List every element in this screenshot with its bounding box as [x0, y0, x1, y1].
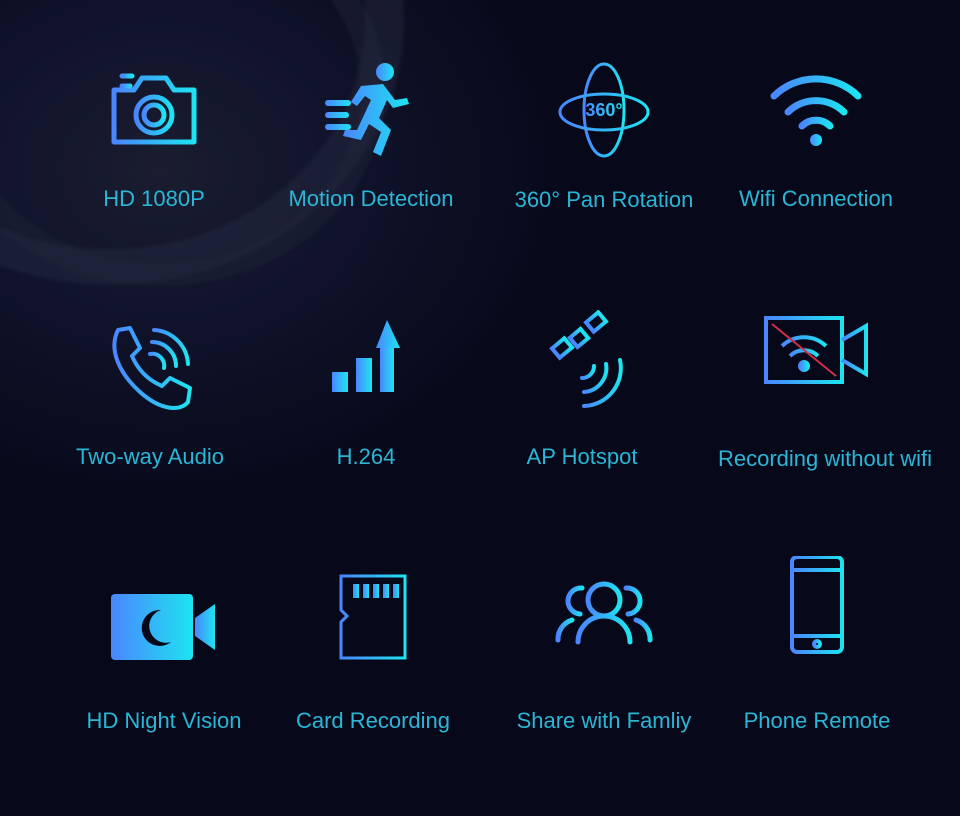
feature-card-recording: Card Recording [253, 572, 493, 752]
feature-phone-remote: Phone Remote [697, 556, 937, 736]
feature-label: AP Hotspot [526, 444, 638, 469]
feature-label: Share with Famliy [516, 708, 692, 733]
feature-label: Wifi Connection [738, 186, 894, 211]
satellite-icon [549, 310, 623, 408]
feature-hd-1080p: HD 1080P [34, 60, 274, 240]
rotation-360-icon: 360° [558, 62, 650, 158]
feature-motion-detection: Motion Detection [251, 60, 491, 240]
rotation-360-text: 360° [585, 100, 622, 120]
feature-wifi-connection: Wifi Connection [696, 60, 936, 240]
feature-two-way-audio: Two-way Audio [30, 310, 270, 490]
smartphone-icon [790, 556, 844, 654]
feature-hd-night-vision: HD Night Vision [44, 572, 284, 752]
feature-label: H.264 [336, 444, 396, 469]
signal-bars-icon [332, 320, 400, 392]
feature-label: Motion Detection [288, 186, 454, 211]
feature-360-pan-rotation: 360° 360° Pan Rotation [484, 60, 724, 240]
phone-call-icon [112, 326, 192, 410]
camera-icon [111, 73, 197, 145]
feature-label: HD 1080P [103, 186, 205, 211]
feature-share-with-family: Share with Famliy [484, 572, 724, 752]
feature-label: Phone Remote [743, 708, 891, 733]
feature-label: Recording without wifi [718, 446, 932, 471]
wifi-icon [770, 75, 862, 146]
sd-card-icon [339, 574, 407, 660]
family-icon [555, 581, 653, 645]
night-video-icon [111, 594, 215, 660]
feature-label: Card Recording [295, 708, 451, 733]
feature-label: HD Night Vision [86, 708, 242, 733]
feature-ap-hotspot: AP Hotspot [462, 310, 702, 490]
feature-recording-without-wifi: Recording without wifi [700, 310, 950, 490]
video-no-wifi-icon [764, 316, 868, 384]
feature-label: Two-way Audio [76, 444, 224, 469]
running-person-icon [325, 63, 409, 156]
feature-h264: H.264 [246, 310, 486, 490]
feature-label: 360° Pan Rotation [514, 187, 694, 212]
